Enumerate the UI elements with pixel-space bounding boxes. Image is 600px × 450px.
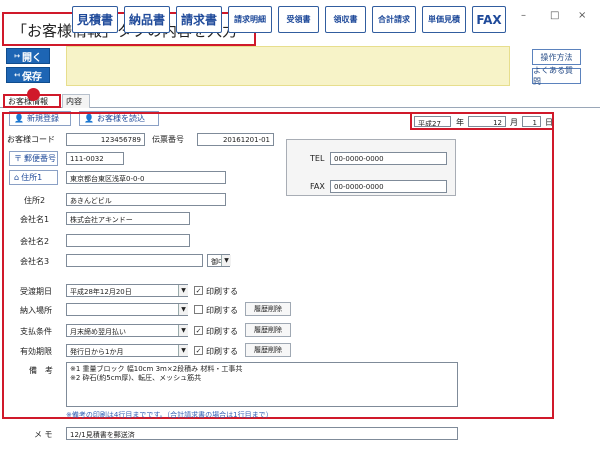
day-field[interactable]: 1 <box>522 116 541 127</box>
tab-divider <box>0 107 600 108</box>
save-icon: ↤ <box>14 71 20 79</box>
invoice-detail-button[interactable]: 請求明細 <box>228 6 272 33</box>
company3-field[interactable] <box>66 254 203 267</box>
slip-number-label: 伝票番号 <box>152 135 184 144</box>
save-button[interactable]: ↤ 保存 <box>6 67 50 83</box>
unit-quote-button[interactable]: 単価見積 <box>422 6 466 33</box>
address1-field[interactable]: 東京都台東区浅草0-0-0 <box>66 171 226 184</box>
day-label: 日 <box>545 118 553 127</box>
tel-field[interactable]: 00-0000-0000 <box>330 152 447 165</box>
tel-label: TEL <box>310 154 325 163</box>
receipt-issued-button[interactable]: 領収書 <box>325 6 366 33</box>
print-validity-checkbox[interactable]: ✓ <box>194 346 203 355</box>
fax-label: FAX <box>310 182 325 191</box>
company1-field[interactable]: 株式会社アキンドー <box>66 212 190 225</box>
print-payment-checkbox[interactable]: ✓ <box>194 326 203 335</box>
document-toolbar <box>66 46 510 86</box>
notes-textarea[interactable]: ※1 重量ブロック 幅10cm 3m×2段積み 材料・工事共 ※2 砕石(約5c… <box>66 362 458 407</box>
address1-button-label: 住所1 <box>21 173 43 182</box>
house-icon: ⌂ <box>14 173 20 182</box>
postal-code-button-label: 郵便番号 <box>24 154 56 163</box>
history-delete-button[interactable]: 履歴削除 <box>245 343 291 357</box>
indicator-dot <box>27 88 40 101</box>
receipt-button[interactable]: 受領書 <box>278 6 319 33</box>
chevron-down-icon[interactable]: ▼ <box>178 304 188 315</box>
total-invoice-button[interactable]: 合計請求 <box>372 6 416 33</box>
notes-line-1: ※1 重量ブロック 幅10cm 3m×2段積み 材料・工事共 <box>70 365 243 373</box>
history-delete-button[interactable]: 履歴削除 <box>245 323 291 337</box>
print-label: 印刷する <box>206 306 238 315</box>
delivery-note-button[interactable]: 納品書 <box>124 6 170 33</box>
payment-field[interactable]: 月末締め翌月払い <box>66 324 188 337</box>
print-label: 印刷する <box>206 287 238 296</box>
chevron-down-icon[interactable]: ▼ <box>178 345 188 356</box>
print-label: 印刷する <box>206 327 238 336</box>
notes-line-2: ※2 砕石(約5cm厚)、転圧、メッシュ筋共 <box>70 374 202 382</box>
memo-field[interactable]: 12/1見積書を郵送済 <box>66 427 458 440</box>
help-button[interactable]: 操作方法 <box>532 49 581 65</box>
validity-field[interactable]: 発行日から1か月 <box>66 344 188 357</box>
month-label: 月 <box>510 118 518 127</box>
slip-number-field[interactable]: 20161201-01 <box>197 133 274 146</box>
delivery-place-field[interactable] <box>66 303 188 316</box>
fax-button[interactable]: FAX <box>472 6 506 33</box>
tab-content[interactable]: 内容 <box>62 94 90 108</box>
company1-label: 会社名1 <box>20 215 50 224</box>
company2-field[interactable] <box>66 234 190 247</box>
postal-code-field[interactable]: 111-0032 <box>66 152 124 165</box>
month-field[interactable]: 12 <box>468 116 506 127</box>
postal-code-button[interactable]: 〒 郵便番号 <box>9 151 58 166</box>
memo-label: メ モ <box>34 430 53 439</box>
print-deadline-checkbox[interactable]: ✓ <box>194 286 203 295</box>
year-label: 年 <box>456 118 464 127</box>
quote-button[interactable]: 見積書 <box>72 6 118 33</box>
invoice-button[interactable]: 請求書 <box>176 6 222 33</box>
save-label: 保存 <box>21 71 42 83</box>
notes-label: 備 考 <box>29 366 53 375</box>
delivery-deadline-label: 受渡期日 <box>20 287 52 296</box>
validity-label: 有効期限 <box>20 347 52 356</box>
history-delete-button[interactable]: 履歴削除 <box>245 302 291 316</box>
open-icon: ↦ <box>14 52 20 60</box>
payment-label: 支払条件 <box>20 327 52 336</box>
notes-hint: ※備考の印刷は4行目までです。（合計請求書の場合は1行目まで） <box>66 411 273 419</box>
postal-icon: 〒 <box>14 154 22 163</box>
close-icon[interactable]: × <box>578 10 586 21</box>
maximize-icon[interactable]: □ <box>550 10 559 21</box>
fax-field[interactable]: 00-0000-0000 <box>330 180 447 193</box>
customer-code-field[interactable]: 123456789 <box>66 133 145 146</box>
faq-button[interactable]: よくある質問 <box>532 66 581 86</box>
minimize-icon[interactable]: – <box>521 10 526 21</box>
chevron-down-icon[interactable]: ▼ <box>178 325 188 336</box>
delivery-place-label: 納入場所 <box>20 306 52 315</box>
customer-code-label: お客様コード <box>7 135 55 144</box>
chevron-down-icon[interactable]: ▼ <box>221 255 231 266</box>
open-button[interactable]: ↦ 開く <box>6 48 50 64</box>
era-field[interactable]: 平成27 <box>414 116 451 127</box>
company3-label: 会社名3 <box>20 257 50 266</box>
chevron-down-icon[interactable]: ▼ <box>178 285 188 296</box>
address2-label: 住所2 <box>24 196 46 205</box>
delivery-deadline-field[interactable]: 平成28年12月20日 <box>66 284 188 297</box>
open-label: 開く <box>21 52 42 64</box>
print-place-checkbox[interactable] <box>194 305 203 314</box>
address1-button[interactable]: ⌂ 住所1 <box>9 170 58 185</box>
company2-label: 会社名2 <box>20 237 50 246</box>
print-label: 印刷する <box>206 347 238 356</box>
address2-field[interactable]: あきんどビル <box>66 193 226 206</box>
